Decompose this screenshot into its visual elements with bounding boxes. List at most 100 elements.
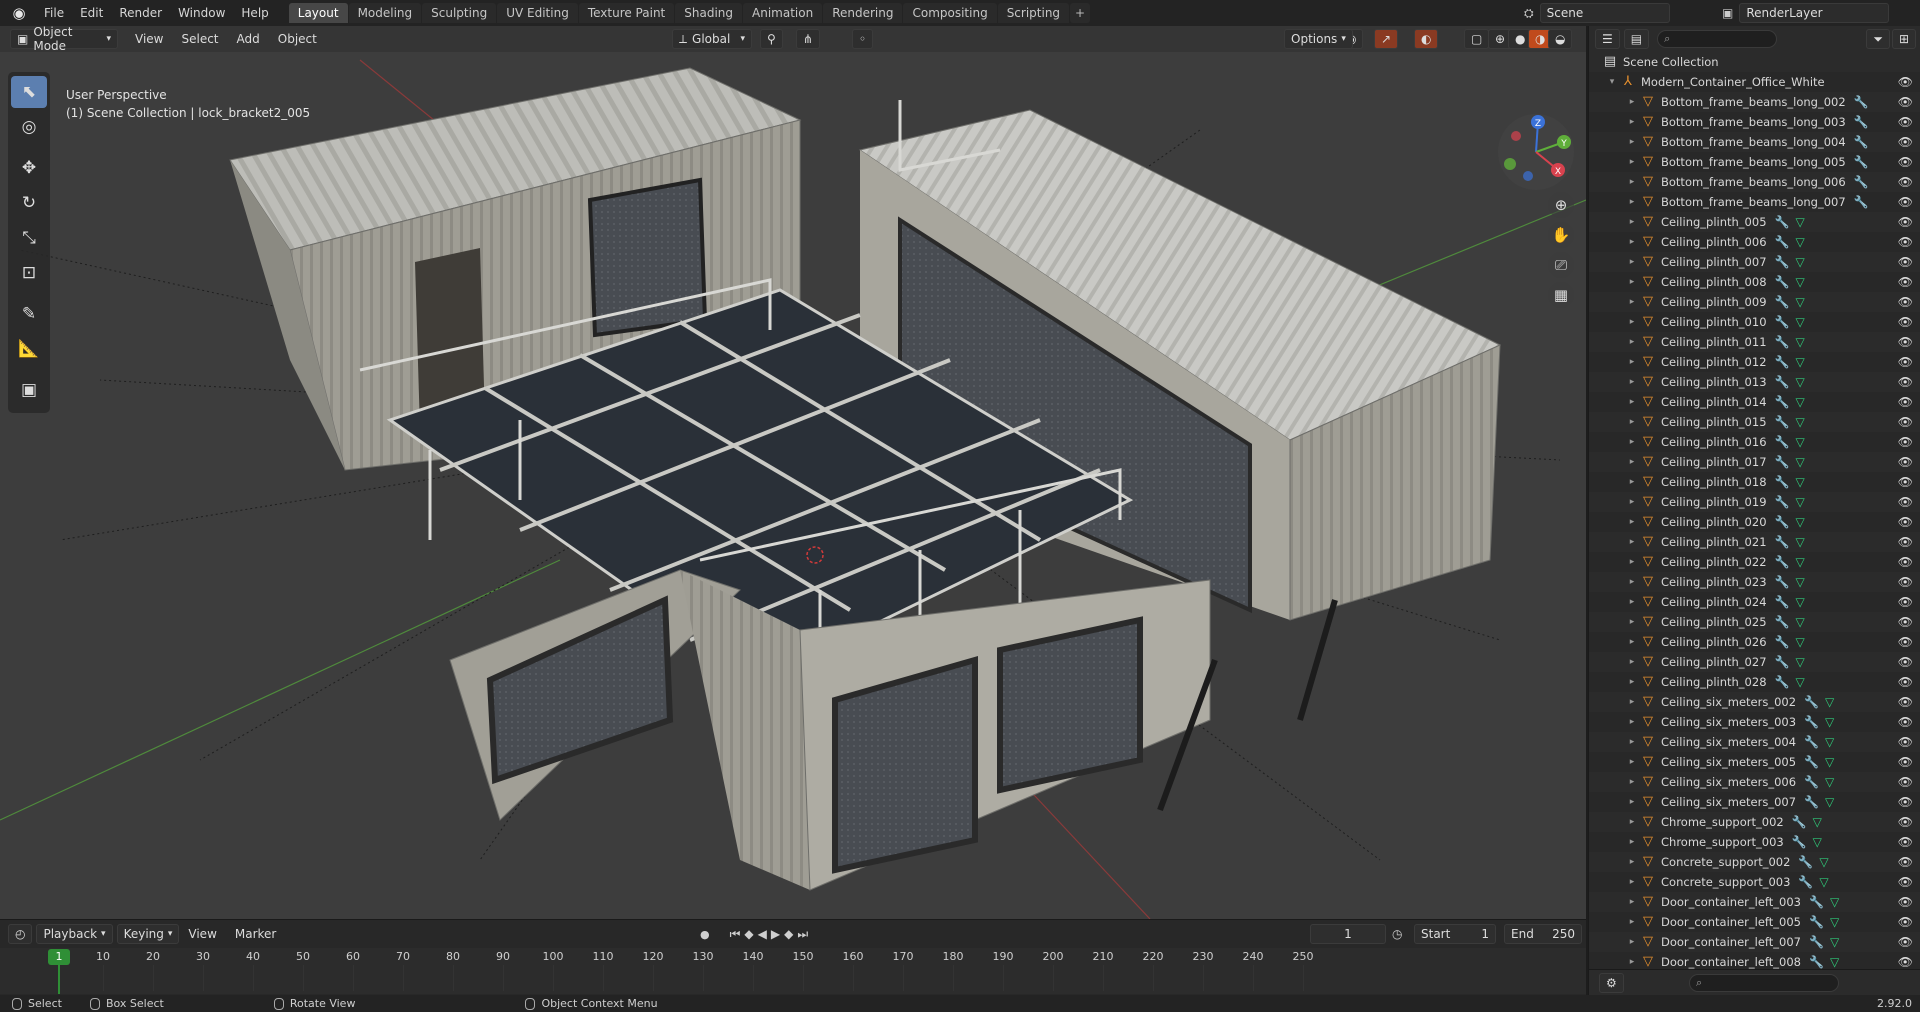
modifier-wrench-icon[interactable]: 🔧 [1775,355,1790,369]
cursor-tool-button[interactable]: ◎ [11,111,47,143]
collection-row[interactable]: ▾ ⅄ Modern_Container_Office_White 👁 [1589,72,1920,92]
pan-button[interactable]: ✋ [1548,222,1574,248]
mesh-data-icon[interactable]: ▽ [1795,455,1804,469]
move-tool-button[interactable]: ✥ [11,152,47,184]
modifier-wrench-icon[interactable]: 🔧 [1775,455,1790,469]
outliner-object-row[interactable]: ▸ ▽ Ceiling_plinth_019 🔧 ▽ 👁 [1589,492,1920,512]
mesh-data-icon[interactable]: ▽ [1795,335,1804,349]
visibility-eye-icon[interactable]: 👁 [1898,915,1913,929]
visibility-eye-icon[interactable]: 👁 [1898,515,1913,529]
mesh-data-icon[interactable]: ▽ [1813,835,1822,849]
menu-help[interactable]: Help [233,0,276,26]
tab-scripting[interactable]: Scripting [997,3,1070,23]
expand-arrow-icon[interactable]: ▸ [1627,277,1637,287]
timeline-menu-view[interactable]: View [179,927,225,941]
expand-arrow-icon[interactable]: ▸ [1627,477,1637,487]
scene-field[interactable]: Scene [1539,3,1670,23]
mesh-data-icon[interactable]: ▽ [1795,395,1804,409]
expand-arrow-icon[interactable]: ▸ [1627,357,1637,367]
visibility-eye-icon[interactable]: 👁 [1898,115,1913,129]
transform-orientation-dropdown[interactable]: ⟂ Global ▾ [672,29,752,49]
expand-arrow-icon[interactable]: ▸ [1627,457,1637,467]
tab-texture-paint[interactable]: Texture Paint [578,3,675,23]
3d-viewport[interactable]: ▣ Object Mode ▾ View Select Add Object ⟂… [0,26,1586,919]
expand-arrow-icon[interactable]: ▸ [1627,397,1637,407]
modifier-wrench-icon[interactable]: 🔧 [1775,295,1790,309]
menu-edit[interactable]: Edit [72,0,111,26]
blender-logo-icon[interactable]: ◉ [8,2,30,24]
properties-editor-type-button[interactable]: ⚙ [1599,973,1624,993]
editor-type-button[interactable]: ◴ [8,924,33,944]
modifier-wrench-icon[interactable]: 🔧 [1854,135,1869,149]
expand-arrow-icon[interactable]: ▸ [1627,437,1637,447]
modifier-wrench-icon[interactable]: 🔧 [1792,815,1807,829]
outliner-object-row[interactable]: ▸ ▽ Bottom_frame_beams_long_006 🔧 👁 [1589,172,1920,192]
modifier-wrench-icon[interactable]: 🔧 [1775,335,1790,349]
visibility-eye-icon[interactable]: 👁 [1898,595,1913,609]
outliner-editor-type-button[interactable]: ☰ [1595,29,1620,49]
outliner-object-row[interactable]: ▸ ▽ Concrete_support_002 🔧 ▽ 👁 [1589,852,1920,872]
mesh-data-icon[interactable]: ▽ [1795,415,1804,429]
options-button[interactable]: Options ▾ [1284,29,1353,49]
visibility-eye-icon[interactable]: 👁 [1898,715,1913,729]
expand-arrow-icon[interactable]: ▸ [1627,537,1637,547]
mesh-data-icon[interactable]: ▽ [1795,515,1804,529]
mesh-data-icon[interactable]: ▽ [1819,875,1828,889]
visibility-eye-icon[interactable]: 👁 [1898,75,1913,89]
mesh-data-icon[interactable]: ▽ [1830,935,1839,949]
mesh-data-icon[interactable]: ▽ [1795,655,1804,669]
modifier-wrench-icon[interactable]: 🔧 [1775,595,1790,609]
outliner-object-row[interactable]: ▸ ▽ Ceiling_plinth_025 🔧 ▽ 👁 [1589,612,1920,632]
visibility-eye-icon[interactable]: 👁 [1898,135,1913,149]
mesh-data-icon[interactable]: ▽ [1795,375,1804,389]
mesh-data-icon[interactable]: ▽ [1819,855,1828,869]
gizmo-toggle-button[interactable]: ↗ [1374,29,1399,49]
xray-button[interactable]: ▢ [1464,29,1490,49]
modifier-wrench-icon[interactable]: 🔧 [1775,255,1790,269]
modifier-wrench-icon[interactable]: 🔧 [1804,715,1819,729]
expand-arrow-icon[interactable]: ▸ [1627,157,1637,167]
proportional-edit-button[interactable]: ◦ [852,29,874,49]
mesh-data-icon[interactable]: ▽ [1795,475,1804,489]
zoom-button[interactable]: ⊕ [1548,192,1574,218]
mesh-data-icon[interactable]: ▽ [1795,595,1804,609]
outliner-object-row[interactable]: ▸ ▽ Ceiling_plinth_023 🔧 ▽ 👁 [1589,572,1920,592]
modifier-wrench-icon[interactable]: 🔧 [1798,855,1813,869]
viewport-menu-add[interactable]: Add [228,32,269,46]
menu-file[interactable]: File [36,0,72,26]
modifier-wrench-icon[interactable]: 🔧 [1775,575,1790,589]
visibility-eye-icon[interactable]: 👁 [1898,675,1913,689]
visibility-eye-icon[interactable]: 👁 [1898,415,1913,429]
viewport-menu-select[interactable]: Select [172,32,227,46]
outliner-object-row[interactable]: ▸ ▽ Chrome_support_003 🔧 ▽ 👁 [1589,832,1920,852]
visibility-eye-icon[interactable]: 👁 [1898,335,1913,349]
modifier-wrench-icon[interactable]: 🔧 [1775,375,1790,389]
modifier-wrench-icon[interactable]: 🔧 [1775,535,1790,549]
visibility-eye-icon[interactable]: 👁 [1898,255,1913,269]
properties-search-input[interactable]: ⌕ [1689,974,1839,992]
outliner-object-row[interactable]: ▸ ▽ Ceiling_plinth_020 🔧 ▽ 👁 [1589,512,1920,532]
visibility-eye-icon[interactable]: 👁 [1898,895,1913,909]
tab-animation[interactable]: Animation [743,3,823,23]
modifier-wrench-icon[interactable]: 🔧 [1775,275,1790,289]
visibility-eye-icon[interactable]: 👁 [1898,375,1913,389]
mesh-data-icon[interactable]: ▽ [1795,215,1804,229]
modifier-wrench-icon[interactable]: 🔧 [1775,655,1790,669]
expand-arrow-icon[interactable]: ▸ [1627,97,1637,107]
outliner-object-row[interactable]: ▸ ▽ Ceiling_plinth_024 🔧 ▽ 👁 [1589,592,1920,612]
viewport-menu-object[interactable]: Object [269,32,326,46]
outliner-object-row[interactable]: ▸ ▽ Ceiling_six_meters_003 🔧 ▽ 👁 [1589,712,1920,732]
visibility-eye-icon[interactable]: 👁 [1898,735,1913,749]
visibility-eye-icon[interactable]: 👁 [1898,575,1913,589]
jump-end-button[interactable]: ⏭ [797,927,808,942]
modifier-wrench-icon[interactable]: 🔧 [1775,495,1790,509]
mesh-data-icon[interactable]: ▽ [1795,675,1804,689]
visibility-eye-icon[interactable]: 👁 [1898,775,1913,789]
prev-keyframe-button[interactable]: ◆ [744,927,753,941]
outliner-object-row[interactable]: ▸ ▽ Ceiling_plinth_028 🔧 ▽ 👁 [1589,672,1920,692]
modifier-wrench-icon[interactable]: 🔧 [1804,775,1819,789]
outliner-object-row[interactable]: ▸ ▽ Bottom_frame_beams_long_005 🔧 👁 [1589,152,1920,172]
measure-tool-button[interactable]: 📐 [11,333,47,365]
visibility-eye-icon[interactable]: 👁 [1898,555,1913,569]
modifier-wrench-icon[interactable]: 🔧 [1775,615,1790,629]
